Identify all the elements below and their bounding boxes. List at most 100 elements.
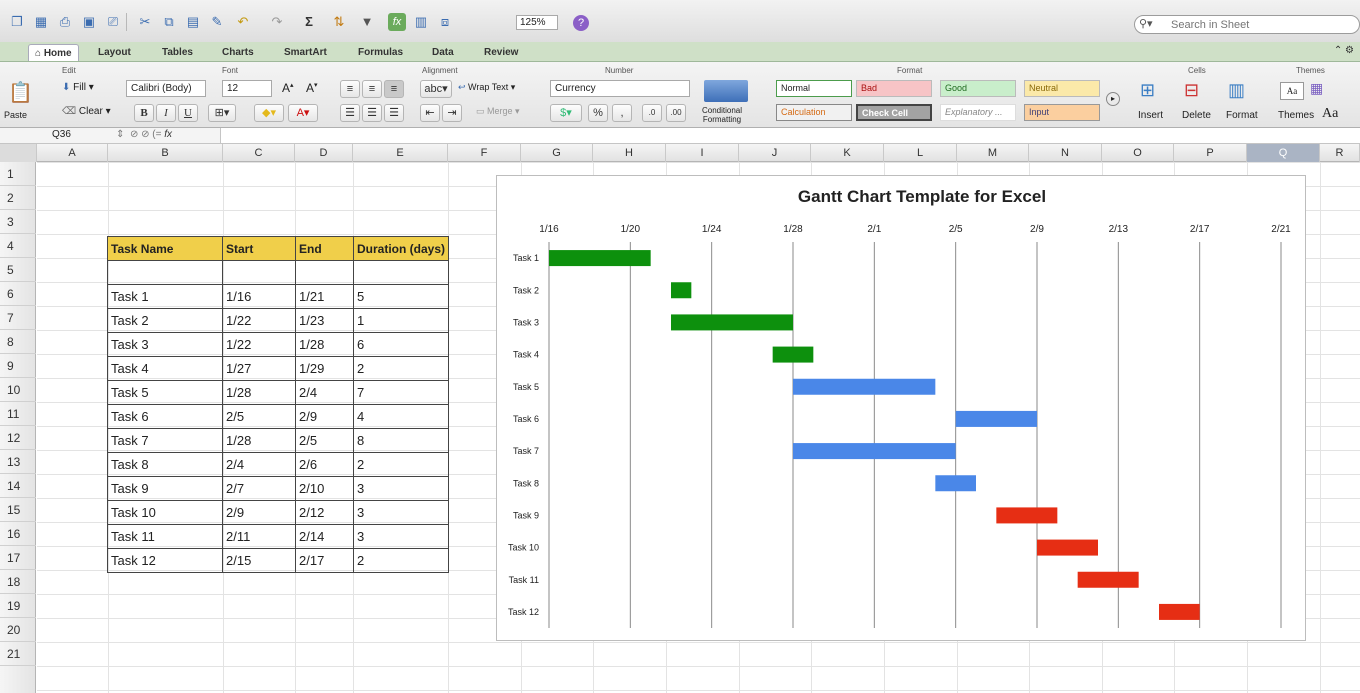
column-header-c[interactable]: C	[223, 144, 295, 162]
table-cell[interactable]: 1/29	[295, 356, 354, 381]
table-cell[interactable]: 3	[352, 476, 450, 501]
row-header[interactable]: 10	[0, 378, 36, 402]
style-check-cell[interactable]: Check Cell	[856, 104, 932, 121]
align-center-icon[interactable]: ☰	[362, 104, 382, 122]
table-cell[interactable]: 2/4	[222, 452, 296, 477]
accounting-format-icon[interactable]: $▾	[550, 104, 582, 122]
style-calculation[interactable]: Calculation	[776, 104, 852, 121]
select-all-corner[interactable]	[0, 144, 37, 162]
row-header[interactable]: 4	[0, 234, 36, 258]
tab-home[interactable]: ⌂ Home	[28, 44, 79, 61]
column-header-o[interactable]: O	[1102, 144, 1174, 162]
toolbox-icon[interactable]: ⧈	[436, 13, 454, 31]
style-neutral[interactable]: Neutral	[1024, 80, 1100, 97]
table-cell[interactable]: Task 11	[107, 524, 223, 549]
delete-cells-icon[interactable]: ⊟	[1184, 80, 1199, 101]
row-header[interactable]: 6	[0, 282, 36, 306]
number-format-select[interactable]: Currency	[550, 80, 690, 97]
table-cell[interactable]: Task 3	[107, 332, 223, 357]
header-start[interactable]: Start	[222, 236, 296, 261]
decrease-decimal-icon[interactable]: .00	[666, 104, 686, 122]
table-cell[interactable]: 2	[352, 548, 450, 573]
style-explanatory[interactable]: Explanatory ...	[940, 104, 1016, 121]
undo-icon[interactable]: ↶	[234, 13, 252, 31]
conditional-formatting-icon[interactable]	[704, 80, 748, 102]
save-icon[interactable]: ▣	[80, 13, 98, 31]
column-header-e[interactable]: E	[353, 144, 448, 162]
table-cell[interactable]: 6	[352, 332, 450, 357]
templates-icon[interactable]: ▦	[32, 13, 50, 31]
table-cell[interactable]: Task 4	[107, 356, 223, 381]
italic-button[interactable]: I	[156, 104, 176, 122]
table-cell[interactable]: 2/4	[295, 380, 354, 405]
table-cell[interactable]: 8	[352, 428, 450, 453]
align-middle-icon[interactable]: ≡	[362, 80, 382, 98]
stepper-icon[interactable]: ⇕	[116, 129, 124, 140]
more-styles-icon[interactable]: ▸	[1106, 92, 1120, 106]
align-left-icon[interactable]: ☰	[340, 104, 360, 122]
zoom-select[interactable]: 125%	[516, 15, 558, 30]
table-cell[interactable]: 1/22	[222, 308, 296, 333]
cut-icon[interactable]: ✂	[136, 13, 154, 31]
format-cells-icon[interactable]: ▥	[1228, 80, 1245, 101]
underline-button[interactable]: U	[178, 104, 198, 122]
table-cell[interactable]: 2/5	[222, 404, 296, 429]
header-end[interactable]: End	[295, 236, 354, 261]
column-header-p[interactable]: P	[1174, 144, 1247, 162]
themes-button[interactable]: Themes	[1278, 110, 1314, 121]
increase-indent-icon[interactable]: ⇥	[442, 104, 462, 122]
row-header[interactable]: 11	[0, 402, 36, 426]
paste-icon[interactable]: ▤	[184, 13, 202, 31]
row-header[interactable]: 13	[0, 450, 36, 474]
column-header-q[interactable]: Q	[1247, 144, 1320, 162]
row-header[interactable]: 5	[0, 258, 36, 282]
table-cell[interactable]: 2/10	[295, 476, 354, 501]
column-header-d[interactable]: D	[295, 144, 353, 162]
theme-colors-icon[interactable]: ▦	[1310, 80, 1323, 97]
align-bottom-icon[interactable]: ≡	[384, 80, 404, 98]
confirm-icon[interactable]: ⊘	[141, 129, 149, 140]
themes-icon[interactable]: Aa	[1280, 82, 1304, 100]
table-cell[interactable]: 1/27	[222, 356, 296, 381]
font-name-select[interactable]: Calibri (Body)	[126, 80, 206, 97]
column-header-n[interactable]: N	[1029, 144, 1102, 162]
clear-button[interactable]: ⌫ Clear ▾	[62, 106, 111, 117]
redo-icon[interactable]: ↷	[268, 13, 286, 31]
decrease-indent-icon[interactable]: ⇤	[420, 104, 440, 122]
row-header[interactable]: 3	[0, 210, 36, 234]
fill-color-icon[interactable]: ◆▾	[254, 104, 284, 122]
delete-button[interactable]: Delete	[1182, 110, 1211, 121]
fill-button[interactable]: ⬇ Fill ▾	[62, 82, 94, 93]
row-header[interactable]: 12	[0, 426, 36, 450]
insert-cells-icon[interactable]: ⊞	[1140, 80, 1155, 101]
row-header[interactable]: 21	[0, 642, 36, 666]
table-cell[interactable]: 7	[352, 380, 450, 405]
bold-button[interactable]: B	[134, 104, 154, 122]
sort-icon[interactable]: ⇅	[330, 13, 348, 31]
table-cell[interactable]: 2/5	[295, 428, 354, 453]
table-cell[interactable]: Task 8	[107, 452, 223, 477]
grow-font-icon[interactable]: A▴	[282, 81, 294, 95]
row-header[interactable]: 17	[0, 546, 36, 570]
row-header[interactable]: 1	[0, 162, 36, 186]
font-size-select[interactable]: 12	[222, 80, 272, 97]
column-header-m[interactable]: M	[957, 144, 1029, 162]
table-cell[interactable]	[222, 260, 296, 285]
table-cell[interactable]: 1/16	[222, 284, 296, 309]
tab-smartart[interactable]: SmartArt	[278, 44, 333, 61]
shrink-font-icon[interactable]: A▾	[306, 81, 318, 95]
row-header[interactable]: 7	[0, 306, 36, 330]
table-cell[interactable]: 2/12	[295, 500, 354, 525]
paste-clipboard-icon[interactable]: 📋	[8, 80, 33, 105]
equals-icon[interactable]: (=	[152, 129, 161, 140]
row-header[interactable]: 20	[0, 618, 36, 642]
function-icon[interactable]: fx	[388, 13, 406, 31]
table-cell[interactable]: 2/9	[222, 500, 296, 525]
column-header-b[interactable]: B	[108, 144, 223, 162]
table-cell[interactable]: 2/17	[295, 548, 354, 573]
row-header[interactable]: 15	[0, 498, 36, 522]
column-header-h[interactable]: H	[593, 144, 666, 162]
table-cell[interactable]: 2/9	[295, 404, 354, 429]
theme-fonts-button[interactable]: Aa	[1322, 106, 1338, 122]
row-header[interactable]: 18	[0, 570, 36, 594]
